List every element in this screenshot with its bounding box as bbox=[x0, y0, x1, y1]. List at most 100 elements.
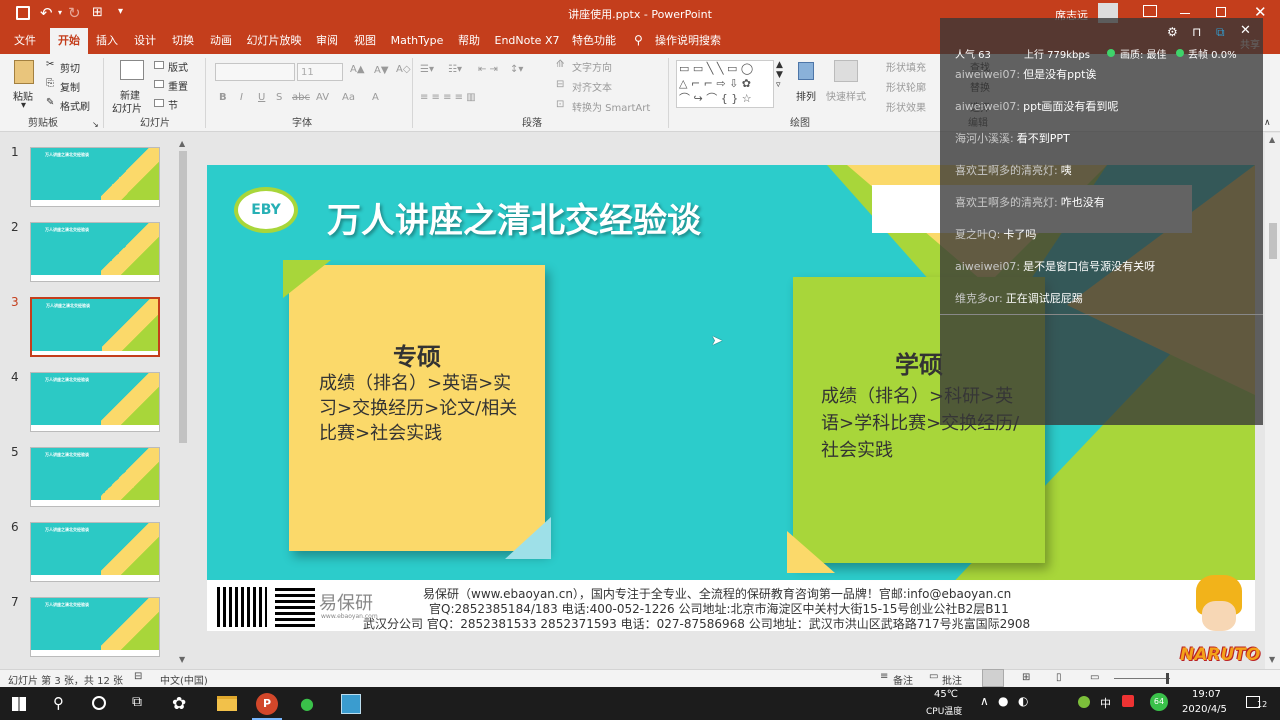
chat-username[interactable]: 海河小溪溪: bbox=[955, 132, 1014, 145]
thumb-scroll-thumb[interactable] bbox=[179, 151, 187, 443]
wechat-icon[interactable]: ● bbox=[300, 694, 314, 713]
language[interactable]: 中文(中国) bbox=[160, 672, 208, 687]
chat-username[interactable]: aiweiwei07: bbox=[955, 68, 1020, 81]
format-painter-button[interactable]: 格式刷 bbox=[60, 98, 90, 113]
clipboard-launcher-icon[interactable]: ↘ bbox=[92, 120, 99, 129]
shrink-font-button[interactable]: A▼ bbox=[374, 65, 389, 76]
arrange-button[interactable]: 排列 bbox=[796, 88, 816, 103]
comments-button[interactable]: 批注 bbox=[942, 672, 962, 687]
copy-button[interactable]: 复制 bbox=[60, 79, 80, 94]
scroll-down-icon[interactable]: ▼ bbox=[1269, 655, 1275, 664]
reading-view-icon[interactable]: ▯ bbox=[1056, 672, 1062, 683]
shapes-scroll-icon[interactable]: ▲ ▼ ▿ bbox=[776, 60, 783, 90]
line-spacing-button[interactable]: ↕▾ bbox=[510, 64, 523, 75]
normal-view-icon[interactable] bbox=[982, 669, 1004, 687]
zoom-slider[interactable] bbox=[1114, 678, 1170, 679]
strikethrough-button[interactable]: abc bbox=[292, 92, 310, 103]
scroll-down-icon[interactable]: ▼ bbox=[179, 655, 185, 664]
lock-icon[interactable]: ⊓ bbox=[1192, 25, 1201, 39]
slide-scroll-thumb[interactable] bbox=[1269, 223, 1277, 259]
chat-username[interactable]: 喜欢王啊多的清亮灯: bbox=[955, 196, 1058, 209]
align-text-button[interactable]: 对齐文本 bbox=[572, 79, 612, 94]
smartart-button[interactable]: 转换为 SmartArt bbox=[572, 99, 650, 114]
paste-dropdown-icon[interactable]: ▾ bbox=[21, 100, 26, 111]
bold-button[interactable]: B bbox=[219, 92, 227, 103]
paste-icon[interactable] bbox=[14, 60, 34, 84]
minimize-icon[interactable] bbox=[1180, 13, 1190, 14]
clock-date[interactable]: 2020/4/5 bbox=[1182, 704, 1227, 715]
tab-design[interactable]: 设计 bbox=[128, 28, 162, 54]
search-icon[interactable]: ⚲ bbox=[53, 694, 64, 712]
restore-icon[interactable] bbox=[1216, 7, 1226, 17]
sorter-view-icon[interactable]: ⊞ bbox=[1022, 672, 1030, 683]
tab-help[interactable]: 帮助 bbox=[452, 28, 486, 54]
italic-button[interactable]: I bbox=[240, 92, 243, 103]
shape-outline-button[interactable]: 形状轮廓 bbox=[886, 79, 926, 94]
scroll-up-icon[interactable]: ▲ bbox=[179, 139, 185, 148]
text-direction-button[interactable]: 文字方向 bbox=[572, 59, 612, 74]
numbering-button[interactable]: ☷▾ bbox=[448, 64, 462, 75]
popout-icon[interactable]: ⧉ bbox=[1216, 25, 1225, 40]
cut-button[interactable]: 剪切 bbox=[60, 60, 80, 75]
slide-info[interactable]: 幻灯片 第 3 张，共 12 张 bbox=[8, 672, 123, 687]
stream-chat-overlay[interactable]: ⚙ ⊓ ⧉ ✕ 人气 63 上行 779kbps 画质: 最佳 丢帧 0.0% … bbox=[940, 18, 1263, 425]
ribbon-display-icon[interactable] bbox=[1143, 5, 1157, 17]
quick-styles-button[interactable]: 快速样式 bbox=[826, 88, 866, 103]
thumb-scrollbar[interactable]: ▲ ▼ bbox=[177, 137, 189, 667]
indent-button[interactable]: ⇤ ⇥ bbox=[478, 64, 498, 75]
sogou-icon[interactable] bbox=[1122, 695, 1134, 707]
powerpoint-icon[interactable]: P bbox=[256, 693, 278, 715]
settings-icon[interactable]: ⚙ bbox=[1167, 25, 1178, 39]
collapse-ribbon-icon[interactable]: ∧ bbox=[1264, 118, 1271, 128]
chat-username[interactable]: 夏之叶Q: bbox=[955, 228, 1000, 241]
slide-thumbnail[interactable]: 万人讲座之清北交经验谈 bbox=[30, 447, 160, 507]
new-slide-button-line2[interactable]: 幻灯片 bbox=[112, 100, 142, 115]
chat-username[interactable]: 维克多or: bbox=[955, 292, 1003, 305]
tab-animations[interactable]: 动画 bbox=[204, 28, 238, 54]
tab-slideshow[interactable]: 幻灯片放映 bbox=[244, 28, 304, 54]
slide-thumbnail[interactable]: 万人讲座之清北交经验谈 bbox=[30, 372, 160, 432]
underline-button[interactable]: U bbox=[258, 92, 265, 103]
folder-icon[interactable] bbox=[217, 696, 237, 711]
tray-green-icon[interactable] bbox=[1078, 696, 1090, 708]
tab-home[interactable]: 开始 bbox=[50, 28, 88, 54]
change-case-button[interactable]: Aa bbox=[342, 92, 355, 103]
chat-username[interactable]: aiweiwei07: bbox=[955, 260, 1020, 273]
tab-review[interactable]: 审阅 bbox=[310, 28, 344, 54]
shadow-button[interactable]: S bbox=[276, 92, 282, 103]
slide-scrollbar[interactable]: ▲ ▼ bbox=[1266, 133, 1280, 669]
chat-username[interactable]: 喜欢王啊多的清亮灯: bbox=[955, 164, 1058, 177]
tab-insert[interactable]: 插入 bbox=[90, 28, 124, 54]
spellcheck-icon[interactable]: ⊟ bbox=[134, 671, 142, 682]
cortana-icon[interactable] bbox=[92, 696, 106, 710]
slide-thumbnail[interactable]: 万人讲座之清北交经验谈 bbox=[30, 597, 160, 657]
slideshow-view-icon[interactable]: ▭ bbox=[1090, 672, 1099, 683]
app-icon[interactable]: ✿ bbox=[172, 694, 186, 714]
tray-expand-icon[interactable]: ∧ bbox=[980, 694, 989, 708]
tab-view[interactable]: 视图 bbox=[348, 28, 382, 54]
chat-username[interactable]: aiweiwei07: bbox=[955, 100, 1020, 113]
overlay-close-icon[interactable]: ✕ bbox=[1240, 23, 1251, 38]
wechat-tray-icon[interactable]: ● bbox=[998, 694, 1008, 708]
tab-transitions[interactable]: 切换 bbox=[166, 28, 200, 54]
windows-start-icon[interactable] bbox=[12, 697, 26, 711]
ime-indicator[interactable]: 中 bbox=[1100, 695, 1111, 711]
font-color-button[interactable]: A bbox=[372, 92, 379, 103]
shape-effects-button[interactable]: 形状效果 bbox=[886, 99, 926, 114]
tab-mathtype[interactable]: MathType bbox=[388, 28, 446, 54]
slide-thumbnail[interactable]: 万人讲座之清北交经验谈 bbox=[30, 147, 160, 207]
tab-features[interactable]: 特色功能 bbox=[568, 28, 620, 54]
tray-app-icon[interactable]: ◐ bbox=[1018, 694, 1028, 708]
card-zhuanshuo[interactable]: 专硕 成绩（排名）>英语>实习>交换经历>论文/相关比赛>社会实践 bbox=[289, 265, 545, 551]
notes-button[interactable]: 备注 bbox=[893, 672, 913, 687]
task-view-icon[interactable]: ⧉ bbox=[132, 694, 142, 710]
font-size-select[interactable]: 11 bbox=[297, 63, 343, 81]
layout-button[interactable]: 版式 bbox=[168, 59, 188, 74]
badge-icon[interactable]: 64 bbox=[1150, 693, 1168, 711]
tab-endnote[interactable]: EndNote X7 bbox=[492, 28, 562, 54]
bullets-button[interactable]: ☰▾ bbox=[420, 64, 434, 75]
clock-time[interactable]: 19:07 bbox=[1192, 689, 1221, 700]
align-buttons[interactable]: ≡ ≡ ≡ ≡ ▥ bbox=[420, 92, 476, 103]
clear-format-button[interactable]: A◇ bbox=[396, 64, 411, 75]
slide-thumbnail[interactable]: 万人讲座之清北交经验谈 bbox=[30, 522, 160, 582]
